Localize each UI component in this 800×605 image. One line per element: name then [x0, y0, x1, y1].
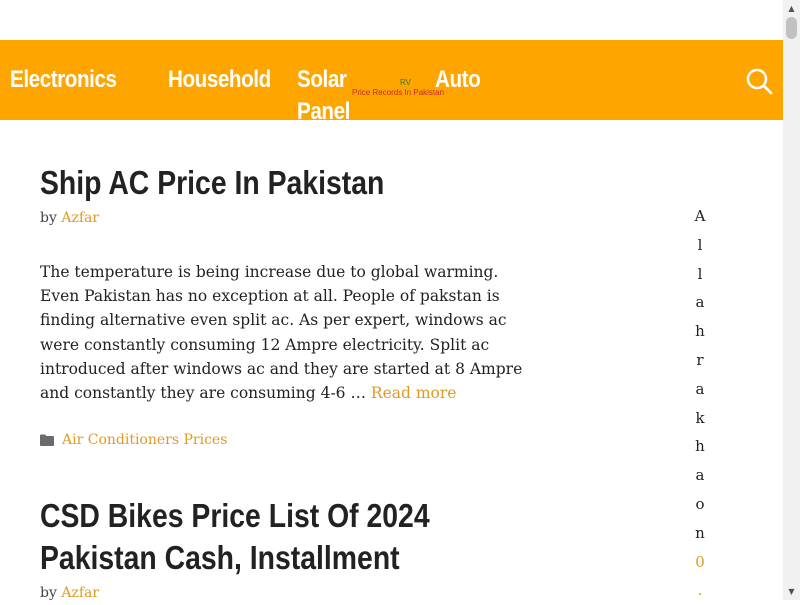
site-header: Electronics Household Solar Panel Auto R… [0, 40, 783, 125]
sidebar-letter: a [695, 293, 705, 312]
post-byline: by Azfar [40, 210, 99, 226]
category-link[interactable]: Air Conditioners Prices [62, 432, 227, 448]
author-link[interactable]: Azfar [61, 585, 99, 601]
scrollbar-thumb[interactable] [786, 17, 797, 39]
top-whitespace [0, 0, 783, 40]
nav-item-auto[interactable]: Auto [435, 64, 481, 128]
sidebar-vertical-text: A l l a h r a k h a o n 0 . [690, 202, 710, 605]
sidebar-letter: h [695, 437, 705, 456]
sidebar-letter: l [697, 235, 703, 254]
search-icon [746, 68, 773, 95]
folder-icon [40, 434, 54, 446]
post-byline: by Azfar [40, 585, 99, 601]
excerpt-text: The temperature is being increase due to… [40, 263, 523, 403]
author-link[interactable]: Azfar [61, 210, 99, 226]
search-button[interactable] [744, 66, 774, 96]
sidebar-letter: a [695, 379, 705, 398]
byline-prefix: by [40, 210, 57, 226]
sidebar-letter: A [694, 207, 706, 225]
post-category: Air Conditioners Prices [40, 432, 227, 448]
scroll-up-arrow-icon[interactable]: ▲ [783, 0, 800, 17]
sidebar-letter: o [695, 494, 705, 513]
sidebar-tail-char: . [697, 581, 703, 600]
sidebar-link-char[interactable]: 0 [690, 548, 710, 577]
main-navigation: Electronics Household Solar Panel Auto [10, 64, 488, 128]
sidebar-letter: a [695, 466, 705, 485]
scroll-down-arrow-icon[interactable]: ▼ [783, 583, 800, 600]
sidebar-letter: h [695, 322, 705, 341]
nav-item-household[interactable]: Household [168, 64, 271, 128]
byline-prefix: by [40, 585, 57, 601]
sidebar-letter: k [695, 408, 705, 427]
read-more-link[interactable]: Read more [371, 384, 457, 402]
sidebar-letter: r [696, 350, 704, 369]
sidebar-letter: l [697, 264, 703, 283]
post-excerpt: The temperature is being increase due to… [40, 260, 530, 405]
post-title[interactable]: Ship AC Price In Pakistan [40, 162, 384, 204]
post-title-line-1[interactable]: CSD Bikes Price List Of 2024 [40, 495, 430, 537]
vertical-scrollbar[interactable]: ▲ ▼ [783, 0, 800, 600]
post-title-line-2[interactable]: Pakistan Cash, Installment [40, 537, 400, 579]
nav-item-solar-panel[interactable]: Solar Panel [297, 64, 398, 128]
sidebar-letter: n [695, 523, 705, 542]
nav-item-electronics[interactable]: Electronics [10, 64, 129, 128]
